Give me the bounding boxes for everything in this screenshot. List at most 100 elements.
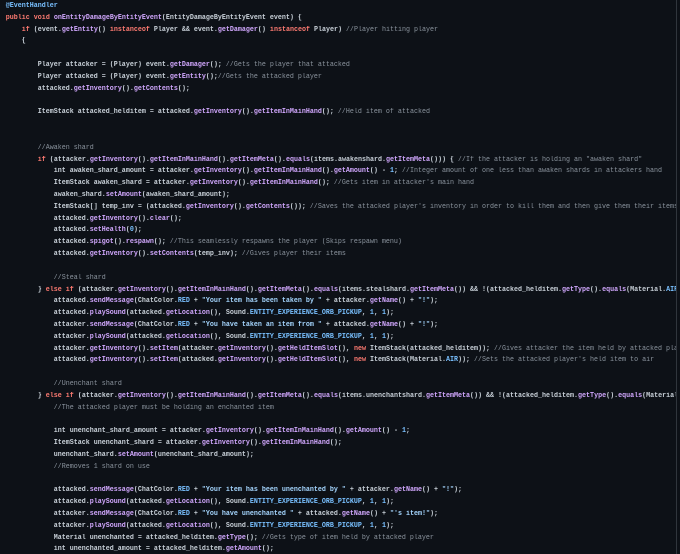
code-text: awaken_shard. [5,191,106,199]
code-text: attacked. [5,297,90,306]
code-constant: ENTITY_EXPERIENCE_ORB_PICKUP [249,309,362,318]
code-line[interactable]: //Awaken shard [0,143,676,155]
code-line[interactable]: attacked.getInventory().clear(); [0,214,676,226]
code-text: (); [261,545,274,554]
code-line[interactable]: ItemStack unenchant_shard = attacker.get… [0,438,676,450]
code-text: (). [121,84,134,93]
code-line[interactable]: attacked.setHealth(0); [0,225,676,237]
code-text: (). [217,155,230,164]
code-line[interactable]: public void onEntityDamageByEntityEvent(… [0,13,676,25]
code-text: , [361,498,370,507]
code-line[interactable]: //Unenchant shard [0,379,676,391]
code-constant: RED [177,297,190,306]
code-method: clear [149,214,170,223]
code-line[interactable]: int unenchant_shard_amount = attacker.ge… [0,426,676,438]
code-method: getLocation [165,498,210,507]
code-line[interactable]: attacker.playSound(attacked.getLocation(… [0,521,676,533]
code-comment: //Saves the attacked player's inventory … [309,202,676,211]
code-text: attacked. [5,238,90,247]
code-line[interactable]: if (attacker.getInventory().getItemInMai… [0,155,676,167]
code-line[interactable]: int awaken_shard_amount = attacker.getIn… [0,166,676,178]
code-line[interactable] [0,131,676,143]
code-line[interactable]: } else if (attacker.getInventory().getIt… [0,285,676,297]
code-line[interactable]: ItemStack[] temp_inv = (attacked.getInve… [0,202,676,214]
code-editor[interactable]: @EventHandler public void onEntityDamageB… [0,0,676,554]
code-line[interactable]: attacked.getInventory().getContents(); [0,84,676,96]
code-text: ItemStack unenchant_shard = attacker. [5,439,202,448]
code-text: ); [385,521,394,530]
code-text: ItemStack(Material. [365,356,446,365]
code-text: (). [301,285,314,294]
code-line[interactable]: awaken_shard.setAmount(awaken_shard_amou… [0,190,676,202]
code-text: Material unenchanted = attacked_helditem… [5,533,218,542]
code-string: "!" [417,320,430,329]
code-line[interactable]: attacked.playSound(attacked.getLocation(… [0,308,676,320]
code-method: setItem [149,356,178,365]
code-text: (unenchant_shard_amount); [153,450,254,459]
code-text: (attacked. [125,521,166,530]
code-line[interactable] [0,261,676,273]
code-text: (). [333,427,346,436]
code-line[interactable]: attacker.sendMessage(ChatColor.RED + "Yo… [0,509,676,521]
code-text: (attacker. [73,391,118,400]
code-line[interactable]: unenchant_shard.setAmount(unenchant_shar… [0,450,676,462]
code-line[interactable]: Player attacked = (Player) event.getEnti… [0,72,676,84]
code-text: attacker. [5,332,90,341]
code-text: , [373,498,382,507]
code-line[interactable]: attacker.sendMessage(ChatColor.RED + "Yo… [0,320,676,332]
code-text: ); [385,309,394,318]
code-line[interactable]: ItemStack awaken_shard = attacker.getInv… [0,178,676,190]
code-line[interactable] [0,367,676,379]
code-text: (). [301,391,314,400]
code-constant: RED [177,320,190,329]
code-line[interactable]: ItemStack attacked_helditem = attacked.g… [0,107,676,119]
code-text: (attacked. [125,498,166,507]
code-line[interactable] [0,474,676,486]
code-line[interactable]: attacked.getInventory().setContents(temp… [0,249,676,261]
code-line[interactable]: attacked.spigot().respawn(); //This seam… [0,237,676,249]
code-text: (), Sound. [209,498,250,507]
code-line[interactable] [0,414,676,426]
code-line[interactable] [0,119,676,131]
code-line[interactable]: attacker.getInventory().setItem(attacker… [0,344,676,356]
code-text: (); [245,533,262,542]
code-line[interactable]: { [0,36,676,48]
code-line[interactable]: @EventHandler [0,1,676,13]
code-line[interactable]: attacked.playSound(attacked.getLocation(… [0,497,676,509]
code-line[interactable]: attacked.sendMessage(ChatColor.RED + "Yo… [0,485,676,497]
code-constant: AIR [666,285,676,294]
code-line[interactable]: Player attacker = (Player) event.getDama… [0,60,676,72]
code-text: (); [153,238,170,247]
code-method: setHealth [89,226,126,235]
code-line[interactable]: attacked.getInventory().setItem(attacked… [0,355,676,367]
code-text: Player && event. [149,25,218,34]
code-method: getItemInMainHand [177,391,246,400]
code-line[interactable]: Material unenchanted = attacked_helditem… [0,533,676,545]
code-line[interactable]: //The attacked player must be holding an… [0,403,676,415]
code-method: getAmount [333,167,370,176]
code-method: setContents [149,250,194,259]
code-keyword: else if [45,391,74,400]
code-method: getItemInMainHand [253,167,322,176]
code-line[interactable]: if (event.getEntity() instanceof Player … [0,25,676,37]
code-text: (). [137,344,150,353]
code-comment: //If the attacker is holding an "awaken … [458,155,643,164]
code-line[interactable] [0,48,676,60]
code-comment: //The attacked player must be holding an… [53,403,274,412]
code-method: equals [618,391,643,400]
code-line[interactable]: int unenchanted_amount = attacked_heldit… [0,544,676,554]
code-line[interactable]: } else if (attacker.getInventory().getIt… [0,391,676,403]
code-line[interactable] [0,96,676,108]
code-text: () + [421,486,442,495]
code-line[interactable]: attacked.sendMessage(ChatColor.RED + "Yo… [0,296,676,308]
code-comment: //Awaken shard [37,143,94,152]
code-constant: ENTITY_EXPERIENCE_ORB_PICKUP [249,498,362,507]
code-method: getType [217,533,246,542]
code-text: attacked. [5,498,90,507]
code-text: unenchant_shard. [5,450,118,459]
code-text: , [361,332,370,341]
code-line[interactable]: //Removes 1 shard on use [0,462,676,474]
code-line[interactable]: //Steal shard [0,273,676,285]
code-line[interactable]: attacker.playSound(attacked.getLocation(… [0,332,676,344]
